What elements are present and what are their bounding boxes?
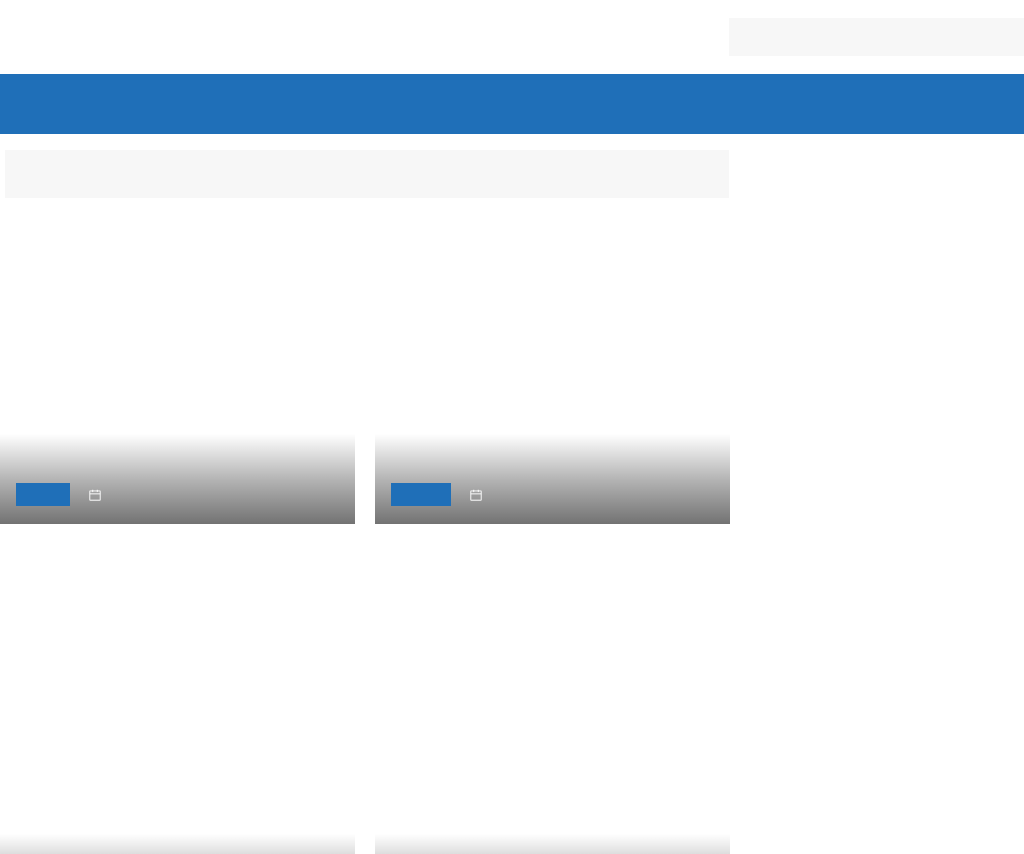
category-tag[interactable]: [391, 483, 451, 506]
content-area: [0, 134, 1024, 854]
top-bar: [0, 0, 1024, 74]
card-image: [0, 214, 355, 438]
card-footer: [0, 434, 355, 524]
calendar-icon: [88, 488, 102, 502]
article-card[interactable]: [0, 214, 355, 524]
card-image: [0, 544, 355, 768]
filter-panel[interactable]: [5, 150, 729, 198]
calendar-icon: [469, 488, 483, 502]
card-footer: [375, 434, 730, 524]
card-grid: [0, 214, 1024, 854]
card-image: [375, 544, 730, 768]
article-card[interactable]: [375, 544, 730, 854]
category-tag[interactable]: [16, 483, 70, 506]
article-card[interactable]: [0, 544, 355, 854]
article-card[interactable]: [375, 214, 730, 524]
filter-bar: [0, 150, 1024, 198]
nav-bar[interactable]: [0, 74, 1024, 134]
card-footer: [375, 834, 730, 854]
card-footer: [0, 834, 355, 854]
card-image: [375, 214, 730, 438]
search-input[interactable]: [729, 18, 1024, 56]
